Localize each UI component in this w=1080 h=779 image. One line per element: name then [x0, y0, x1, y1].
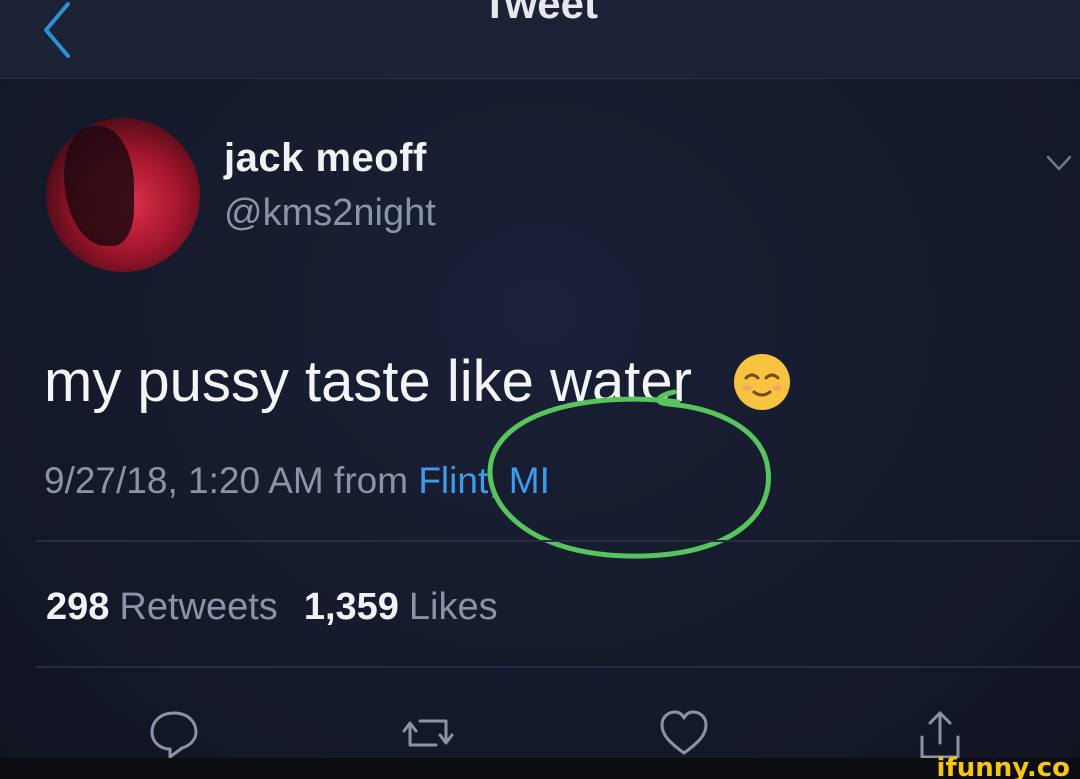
likes-count[interactable]: 1,359 — [304, 586, 399, 628]
tweet-meta: 9/27/18, 1:20 AM from Flint, MI — [44, 460, 550, 502]
watermark-strip — [0, 758, 1080, 779]
chevron-down-icon[interactable] — [1046, 150, 1072, 176]
reply-icon[interactable] — [146, 705, 202, 761]
likes-label[interactable]: Likes — [409, 586, 498, 628]
heart-icon[interactable] — [656, 705, 712, 761]
engagement-stats: 298 Retweets 1,359 Likes — [46, 586, 524, 629]
avatar-hair-shape — [64, 126, 134, 246]
tweet-screen: Tweet jack meoff @kms2night my pussy tas… — [0, 0, 1080, 779]
author-handle[interactable]: @kms2night — [224, 192, 436, 235]
relieved-face-emoji — [734, 354, 790, 410]
tweet-text: my pussy taste like water — [44, 349, 692, 414]
retweets-label[interactable]: Retweets — [119, 586, 277, 628]
retweets-count[interactable]: 298 — [46, 586, 109, 628]
retweet-icon[interactable] — [400, 705, 456, 761]
author-display-name[interactable]: jack meoff — [224, 136, 427, 181]
avatar[interactable] — [46, 118, 200, 272]
page-title: Tweet — [482, 0, 598, 27]
ifunny-watermark: ifunny.co — [936, 753, 1070, 779]
divider — [36, 666, 1080, 668]
tweet-location-link[interactable]: Flint, MI — [418, 460, 550, 501]
tweet-action-bar — [0, 705, 1080, 765]
divider — [36, 540, 1080, 542]
tweet-timestamp: 9/27/18, 1:20 AM from — [44, 460, 409, 501]
navigation-bar: Tweet — [0, 0, 1080, 79]
